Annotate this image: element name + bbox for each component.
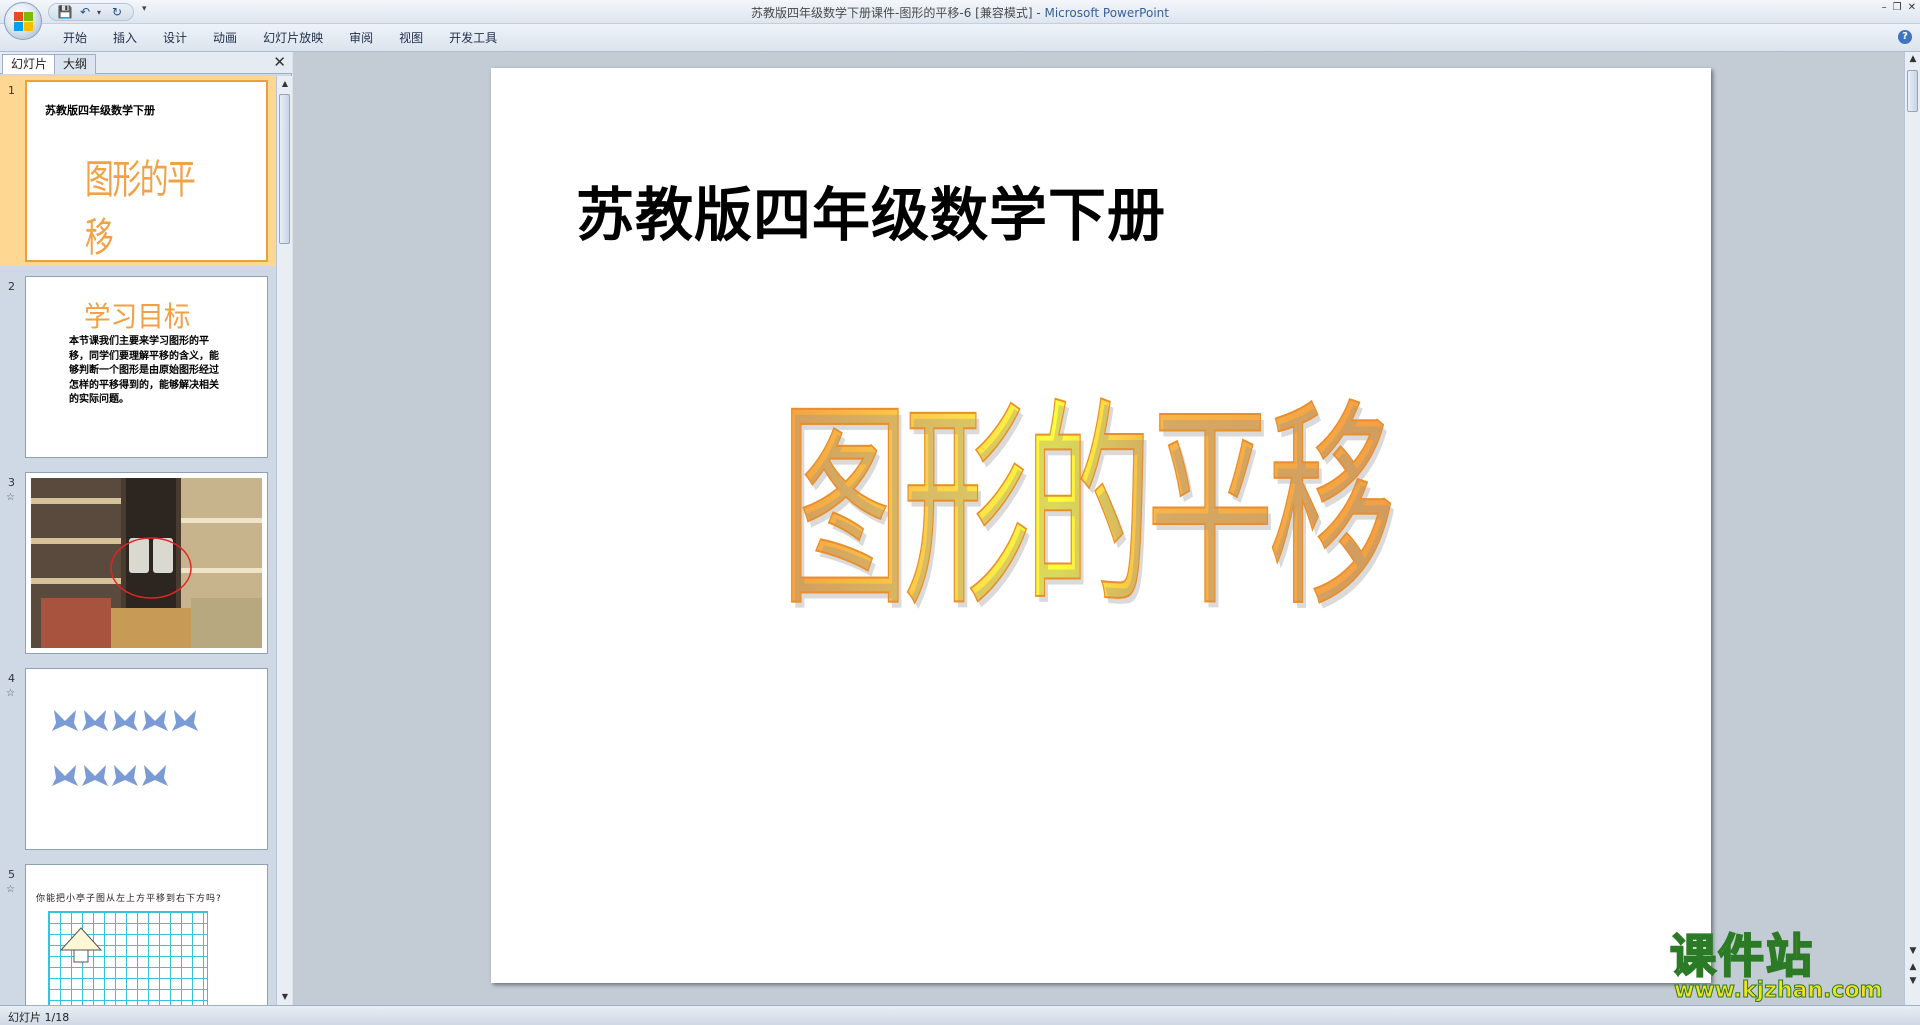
tab-review[interactable]: 审阅 [336,30,386,46]
slide-wordart-title[interactable]: 图形的平移 [780,387,1396,629]
thumb-title: 学习目标 [84,300,191,333]
photo-illustration [31,478,262,648]
tab-slides[interactable]: 幻灯片 [2,54,57,74]
ribbon: 开始 插入 设计 动画 幻灯片放映 审阅 视图 开发工具 ? [0,24,1920,52]
ribbon-tabs: 开始 插入 设计 动画 幻灯片放映 审阅 视图 开发工具 [50,30,510,46]
status-bar: 幻灯片 1/18 [0,1005,1920,1025]
window-controls: – ❐ ✕ [1882,2,1916,13]
mall-elevator-photo [31,478,262,648]
minimize-icon[interactable]: – [1882,2,1887,13]
scroll-up-icon[interactable]: ▲ [277,76,293,92]
butterfly-row-2 [52,762,172,790]
thumb-big-text: 图形的平移 [85,157,196,261]
slide-number: 4 [8,672,15,685]
thumbnail-row-1[interactable]: 1 苏教版四年级数学下册 图形的平移 [0,76,276,266]
title-bar: 💾 ↶ ▾ ↻ ▾ 苏教版四年级数学下册课件-图形的平移-6 [兼容模式] - … [0,0,1920,40]
animation-star-icon: ☆ [6,492,15,503]
scrollbar-thumb[interactable] [279,94,290,244]
slide-thumbnail-1[interactable]: 苏教版四年级数学下册 图形的平移 [25,80,268,262]
thumb-question: 你能把小亭子图从左上方平移到右下方吗? [36,894,222,904]
tab-outline[interactable]: 大纲 [54,54,97,74]
slide-thumbnails: 1 苏教版四年级数学下册 图形的平移 2 学习目标 本节课我们主要来学习图形的平… [0,76,276,1005]
thumbnail-row-4[interactable]: 4 ☆ [0,664,276,854]
butterfly-icons [52,765,168,786]
watermark-url: www.kjzhan.com [1674,978,1884,1004]
office-logo-icon [14,12,33,31]
main-scrollbar[interactable]: ▲ ▼ ▲ ▼ [1904,52,1920,1005]
tab-home[interactable]: 开始 [50,30,100,46]
animation-star-icon: ☆ [6,688,15,699]
scrollbar-thumb[interactable] [1907,70,1918,112]
tab-slideshow[interactable]: 幻灯片放映 [250,30,336,46]
slide-thumbnail-2[interactable]: 学习目标 本节课我们主要来学习图形的平移，同学们要理解平移的含义，能够判断一个图… [25,276,268,458]
watermark-text: 课件站 [1669,928,1814,984]
slides-pane-scrollbar[interactable]: ▲ ▼ [276,76,292,1005]
pane-tabs: 幻灯片 大纲 ✕ [0,52,292,74]
slide-thumbnail-5[interactable]: 你能把小亭子图从左上方平移到右下方吗? [25,864,268,1005]
window-title: 苏教版四年级数学下册课件-图形的平移-6 [兼容模式] - Microsoft … [0,4,1920,21]
slide-indicator: 幻灯片 1/18 [8,1011,70,1024]
app-title: Microsoft PowerPoint [1044,6,1169,20]
scroll-up-icon[interactable]: ▲ [1905,52,1920,66]
help-icon[interactable]: ? [1898,30,1912,44]
scroll-down-icon[interactable]: ▼ [277,989,293,1005]
slide-number: 1 [8,84,15,97]
close-icon[interactable]: ✕ [1908,2,1916,13]
slide-number: 2 [8,280,15,293]
thumbnail-row-5[interactable]: 5 ☆ 你能把小亭子图从左上方平移到右下方吗? [0,860,276,1005]
grid-illustration [48,911,208,1005]
tab-animations[interactable]: 动画 [200,30,250,46]
slide-editing-area: 苏教版四年级数学下册 图形的平移 [293,52,1904,1005]
tab-insert[interactable]: 插入 [100,30,150,46]
slide-thumbnail-4[interactable] [25,668,268,850]
slide-thumbnail-3[interactable] [25,472,268,654]
animation-star-icon: ☆ [6,884,15,895]
restore-icon[interactable]: ❐ [1893,2,1902,13]
slide-number: 3 [8,476,15,489]
site-watermark: 课件站 www.kjzhan.com [1669,920,1910,1004]
pavilion-icon [59,927,103,963]
close-pane-icon[interactable]: ✕ [273,55,286,70]
tab-design[interactable]: 设计 [150,30,200,46]
thumb-title: 苏教版四年级数学下册 [45,104,155,117]
office-button[interactable] [4,2,42,40]
document-title: 苏教版四年级数学下册课件-图形的平移-6 [兼容模式] - [751,6,1045,20]
butterfly-row-1 [52,707,200,735]
slide-number: 5 [8,868,15,881]
thumbnail-row-3[interactable]: 3 ☆ [0,468,276,658]
slide-title[interactable]: 苏教版四年级数学下册 [576,168,1166,252]
current-slide[interactable]: 苏教版四年级数学下册 图形的平移 [491,68,1711,983]
butterfly-icons [52,710,198,731]
thumbnail-row-2[interactable]: 2 学习目标 本节课我们主要来学习图形的平移，同学们要理解平移的含义，能够判断一… [0,272,276,462]
slides-pane: 幻灯片 大纲 ✕ 1 苏教版四年级数学下册 图形的平移 2 学习目标 本节课我们… [0,52,292,1005]
tab-developer[interactable]: 开发工具 [436,30,510,46]
tab-view[interactable]: 视图 [386,30,436,46]
thumb-body: 本节课我们主要来学习图形的平移，同学们要理解平移的含义，能够判断一个图形是由原始… [69,336,219,405]
